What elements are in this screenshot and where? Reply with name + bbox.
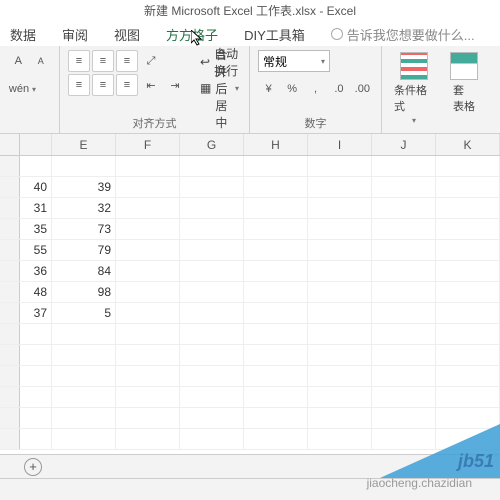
col-I[interactable]: I (308, 134, 372, 155)
tab-data[interactable]: 数据 (10, 25, 36, 44)
watermark-sub: jiaocheng.chazidian (367, 476, 472, 490)
window-title: 新建 Microsoft Excel 工作表.xlsx - Excel (0, 0, 500, 22)
wrap-icon: ↩ (200, 55, 210, 69)
conditional-format-icon (400, 52, 428, 80)
chevron-down-icon: ▾ (32, 85, 36, 94)
select-all-corner[interactable] (0, 134, 20, 155)
col-G[interactable]: G (180, 134, 244, 155)
increase-font-icon[interactable]: A (8, 50, 29, 72)
table-row[interactable]: 5579 (0, 240, 500, 261)
indent-dec-icon[interactable]: ⇤ (140, 74, 162, 96)
tell-me[interactable]: 告诉我您想要做什么... (331, 25, 475, 44)
indent-inc-icon[interactable]: ⇥ (164, 74, 186, 96)
percent-icon[interactable]: % (281, 78, 302, 100)
chevron-down-icon: ▾ (235, 84, 239, 93)
orientation-icon[interactable]: ⤢ (140, 50, 162, 72)
group-alignment: ≡≡≡⤢ ≡≡≡⇤⇥ ↩自动换行 ▦合并后居中▾ 对齐方式 (60, 46, 250, 133)
currency-icon[interactable]: ¥ (258, 78, 279, 100)
group-number: 常规 ▾ ¥ % , .0 .00 数字 (250, 46, 382, 133)
col-E[interactable]: E (52, 134, 116, 155)
number-format-dropdown[interactable]: 常规 ▾ (258, 50, 330, 72)
merge-center-button[interactable]: ▦合并后居中▾ (198, 76, 241, 100)
col-partial[interactable] (20, 134, 52, 155)
align-middle-icon[interactable]: ≡ (92, 50, 114, 72)
conditional-format-button[interactable]: 条件格式 ▾ (390, 50, 438, 127)
tab-diy-toolbox[interactable]: DIY工具箱 (244, 25, 305, 44)
phonetic-guide-icon[interactable]: wén (8, 78, 30, 100)
table-row[interactable]: 375 (0, 303, 500, 324)
table-row[interactable]: 3132 (0, 198, 500, 219)
tell-me-label: 告诉我您想要做什么... (347, 25, 475, 44)
col-K[interactable]: K (436, 134, 500, 155)
table-style-icon (450, 52, 478, 80)
merge-icon: ▦ (200, 81, 211, 95)
column-headers: E F G H I J K (0, 134, 500, 156)
align-bottom-icon[interactable]: ≡ (116, 50, 138, 72)
align-center-icon[interactable]: ≡ (92, 74, 114, 96)
tab-fanggezi[interactable]: 方方格子 (166, 25, 218, 44)
ribbon: AA wén▾ ≡≡≡⤢ ≡≡≡⇤⇥ ↩自动换行 ▦合并后居中▾ 对齐方式 常规… (0, 46, 500, 134)
table-row[interactable] (0, 387, 500, 408)
align-right-icon[interactable]: ≡ (116, 74, 138, 96)
table-row[interactable] (0, 345, 500, 366)
chevron-down-icon: ▾ (321, 57, 325, 66)
watermark-text: jb51 (458, 451, 494, 472)
bulb-icon (331, 28, 343, 40)
decrease-font-icon[interactable]: A (31, 50, 52, 72)
col-J[interactable]: J (372, 134, 436, 155)
table-row[interactable] (0, 324, 500, 345)
tab-review[interactable]: 审阅 (62, 25, 88, 44)
cond-format-label: 条件格式 (394, 82, 434, 114)
number-format-label: 常规 (263, 53, 287, 70)
group-label-number: 数字 (250, 115, 381, 131)
table-row[interactable]: 3573 (0, 219, 500, 240)
group-styles: 条件格式 ▾ 套 表格 (382, 46, 490, 133)
align-left-icon[interactable]: ≡ (68, 74, 90, 96)
decrease-decimal-icon[interactable]: .00 (352, 78, 373, 100)
table-row[interactable] (0, 366, 500, 387)
increase-decimal-icon[interactable]: .0 (328, 78, 349, 100)
comma-icon[interactable]: , (305, 78, 326, 100)
table-row[interactable] (0, 156, 500, 177)
chevron-down-icon: ▾ (412, 116, 416, 125)
tab-view[interactable]: 视图 (114, 25, 140, 44)
table-row[interactable]: 3684 (0, 261, 500, 282)
new-sheet-button[interactable]: + (24, 458, 42, 476)
ribbon-tabs: 数据 审阅 视图 方方格子 DIY工具箱 告诉我您想要做什么... (0, 22, 500, 46)
group-label-alignment: 对齐方式 (60, 115, 249, 131)
col-H[interactable]: H (244, 134, 308, 155)
table-row[interactable]: 4898 (0, 282, 500, 303)
col-F[interactable]: F (116, 134, 180, 155)
format-table-button[interactable]: 套 表格 (446, 50, 482, 127)
table-row[interactable]: 4039 (0, 177, 500, 198)
table-style-label: 套 表格 (453, 82, 475, 114)
group-font: AA wén▾ (0, 46, 60, 133)
rows: 4039 3132 3573 5579 3684 4898 375 (0, 156, 500, 450)
align-top-icon[interactable]: ≡ (68, 50, 90, 72)
